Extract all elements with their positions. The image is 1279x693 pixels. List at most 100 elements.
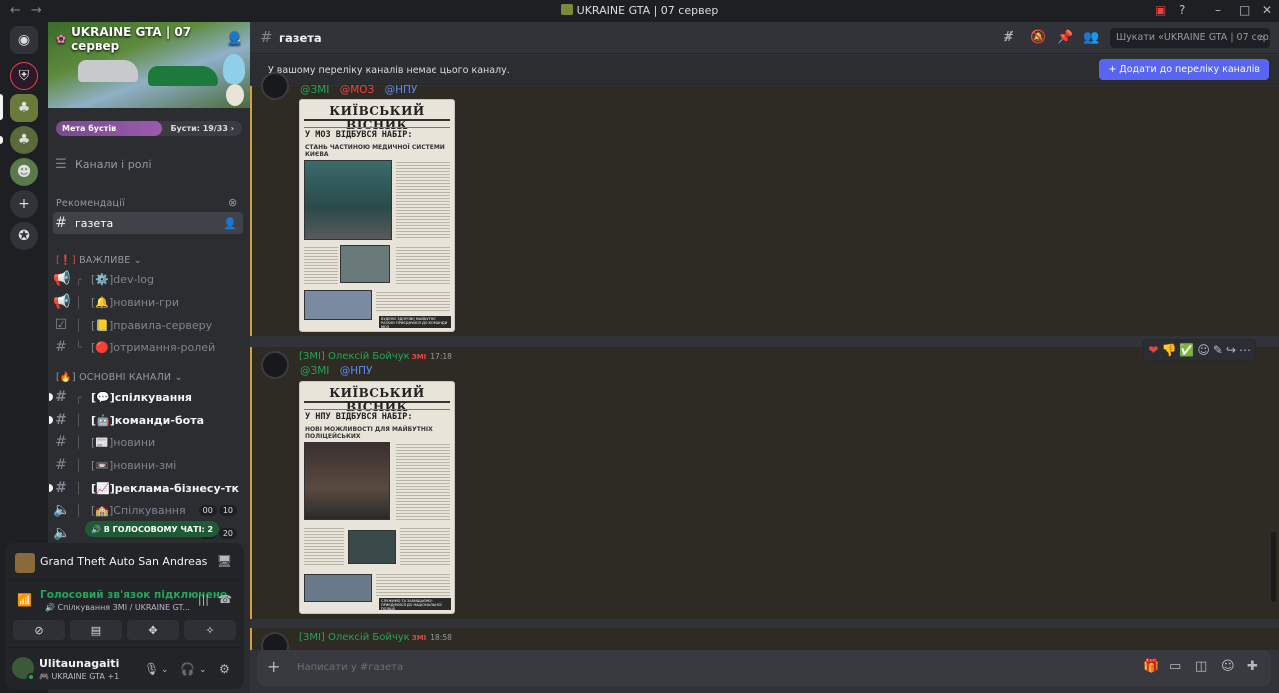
text-channel-icon: # (55, 215, 67, 231)
disconnect-icon[interactable]: ☎ (218, 593, 232, 606)
apps-icon[interactable]: ✚ (1247, 659, 1258, 674)
username[interactable]: Ulitaunagaiti (39, 657, 119, 670)
invite-people-icon[interactable]: 👤 (227, 31, 242, 45)
discord-home-icon[interactable]: ◉ (10, 26, 38, 54)
reaction-thumbs-down-icon[interactable]: 👎 (1161, 343, 1176, 357)
newspaper-image[interactable]: КИЇВСЬКИЙ ВІСНИК У НПУ ВІДБУВСЯ НАБІР: Н… (299, 381, 455, 614)
avatar[interactable] (261, 72, 289, 100)
soundboard-button[interactable]: ✧ (184, 620, 236, 640)
category-important[interactable]: [❗] ВАЖЛИВЕ ⌄ (56, 255, 142, 266)
speaker-icon: 🔈 (53, 525, 71, 541)
server-icon-ukraine-gta-07[interactable]: ♣ (10, 94, 38, 122)
message-author[interactable]: [ЗМІ] Олексій Бойчук ЗМІ 18:58 (299, 632, 452, 643)
member-list-icon[interactable]: 👥 (1083, 30, 1099, 45)
announcement-icon: 📢 (53, 271, 71, 287)
attach-plus-icon[interactable]: + (267, 657, 280, 676)
signal-icon[interactable]: 📶 (17, 593, 32, 607)
screen-share-icon[interactable]: ▣ (1155, 3, 1166, 17)
message-author[interactable]: [ЗМІ] Олексій Бойчук ЗМІ 17:18 (299, 351, 452, 362)
mic-options-chevron-icon[interactable]: ⌄ (161, 665, 169, 675)
channel-novyny-zmi[interactable]: # │ [📼] новини-змі (53, 454, 243, 476)
threads-icon[interactable]: #̸ (1003, 30, 1014, 45)
scrollbar-thumb[interactable] (1271, 532, 1276, 602)
settings-gear-icon[interactable]: ⚙ (219, 662, 230, 676)
channel-novyny-hry[interactable]: 📢 │ [🔔] новини-гри (53, 291, 243, 313)
newspaper-masthead: КИЇВСЬКИЙ ВІСНИК (304, 386, 450, 414)
voice-channel-spilkuvannia[interactable]: 🔈 │ [🏫] Спілкування 00 10 (53, 499, 243, 521)
pinned-messages-icon[interactable]: 📌 (1057, 30, 1073, 45)
mention-npu[interactable]: @НПУ (339, 365, 374, 377)
avatar[interactable] (261, 351, 289, 379)
user-area: Ulitaunagaiti 🎮 UKRAINE GTA +1 🎙 ⌄ 🎧 ⌄ ⚙ (5, 647, 244, 689)
server-icon-ukraine-gta[interactable]: ♣ (10, 126, 38, 154)
minimize-icon[interactable]: – (1215, 3, 1221, 17)
channel-pravyla-serveru[interactable]: ☑ │ [📒] правила-серверу (53, 314, 243, 336)
newspaper-subhead: СТАНЬ ЧАСТИНОЮ МЕДИЧНОЇ СИСТЕМИ КИЄВА (305, 144, 445, 158)
newspaper-image[interactable]: КИЇВСЬКИЙ ВІСНИК У МОЗ ВІДБУВСЯ НАБІР: С… (299, 99, 455, 332)
unread-server-pill (0, 136, 3, 144)
reaction-check-icon[interactable]: ✅ (1179, 343, 1194, 357)
boost-progress[interactable]: Мета бустів Бусти: 19/33 › (56, 121, 242, 136)
voice-connection: 📶 Голосовий зв'язок підключено 🔊 Спілкув… (5, 585, 244, 617)
add-server-icon[interactable]: + (10, 190, 38, 218)
audio-options-chevron-icon[interactable]: ⌄ (199, 665, 207, 675)
channel-komandy-bota[interactable]: # │ [🤖] команди-бота (49, 409, 243, 431)
add-reaction-icon[interactable]: ☺ (1197, 343, 1210, 357)
add-to-channel-list-button[interactable]: + Додати до переліку каналів (1099, 59, 1269, 80)
server-icon-alien[interactable]: ☻ (10, 158, 38, 186)
camera-off-button[interactable]: ⊘ (13, 620, 65, 640)
channel-novyny[interactable]: # │ [📰] новини (53, 431, 243, 453)
channel-gazeta[interactable]: # газета 👤 (53, 212, 243, 234)
discover-compass-icon[interactable]: ✪ (10, 222, 38, 250)
in-voice-chat-tooltip: 🔊 В ГОЛОСОВОМУ ЧАТІ: 2 (85, 521, 220, 537)
message[interactable]: [ЗМІ] Олексій Бойчук ЗМІ 18:58 (250, 628, 1279, 660)
message-input[interactable]: Написати у #газета (297, 662, 403, 673)
channel-reklama-biznesu-tk[interactable]: # │ [📈] реклама-бізнесу-тк (49, 477, 243, 499)
more-options-icon[interactable]: ⋯ (1239, 343, 1251, 357)
mention-zmi[interactable]: @ЗМІ (299, 84, 330, 96)
edit-icon[interactable]: ✎ (1213, 343, 1223, 357)
channels-and-roles[interactable]: ☰ Канали і ролі (53, 153, 243, 175)
activities-button[interactable]: ✥ (127, 620, 179, 640)
server-name-header[interactable]: ✿ UKRAINE GTA | 07 сервер ⌄ 👤 (56, 25, 242, 53)
microphone-icon[interactable]: 🎙 (144, 662, 159, 676)
emoji-icon[interactable]: ☺ (1221, 659, 1235, 674)
message[interactable]: [ЗМІ] Олексій Бойчук ЗМІ 17:18 @ЗМІ @НПУ ❤… (250, 339, 1279, 619)
gift-icon[interactable]: 🎁 (1143, 659, 1159, 674)
speaker-icon: 🔈 (53, 502, 71, 518)
maximize-icon[interactable]: □ (1239, 3, 1250, 17)
mention-npu[interactable]: @НПУ (384, 84, 419, 96)
activity-status[interactable]: Grand Theft Auto San Andreas 🖥 (5, 543, 244, 581)
newspaper-footer: СЛУЖИМО ТА ЗАХИЩАЄМО! ПРИЄДНУЙСЯ ДО НАЦІ… (379, 598, 451, 611)
headphones-icon[interactable]: 🎧 (180, 662, 195, 676)
help-icon[interactable]: ? (1179, 3, 1185, 17)
channel-otrymannia-rolei[interactable]: # ╰ [🔴] отримання-ролей (53, 336, 243, 358)
notice-text: У вашому переліку каналів немає цього ка… (268, 65, 510, 76)
server-icon-bayra[interactable]: ⛨ (10, 62, 38, 90)
mention-zmi[interactable]: @ЗМІ (299, 365, 330, 377)
invite-to-channel-icon[interactable]: 👤 (223, 217, 237, 230)
screen-share-button[interactable]: ▤ (70, 620, 122, 640)
discord-window: ←→ UKRAINE GTA | 07 сервер ▣ ? – □ ✕ ◉ ⛨… (0, 0, 1279, 693)
search-input[interactable]: Шукати «UKRAINE GTA | 07 сер... ⌕ (1110, 28, 1270, 48)
selected-server-pill (0, 94, 3, 120)
forward-icon[interactable]: ↪ (1226, 343, 1236, 357)
category-main-channels[interactable]: [🔥] ОСНОВНІ КАНАЛИ ⌄ (56, 372, 183, 383)
channel-dev-log[interactable]: 📢 ╭ [⚙️] dev-log (53, 268, 243, 290)
stream-game-icon[interactable]: 🖥 (217, 554, 232, 568)
message-composer[interactable]: + Написати у #газета 🎁 ▭ ◫ ☺ ✚ (257, 650, 1271, 686)
mention-moz[interactable]: @МОЗ (339, 84, 376, 96)
voice-channel-name[interactable]: 🔊 Спілкування ЗМІ / UKRAINE GT... (45, 603, 190, 612)
message-mentions: @ЗМІ @МОЗ @НПУ (299, 84, 423, 96)
channel-spilkuvannia[interactable]: # ╭ [💬] спілкування (49, 386, 243, 408)
newspaper-photo-officers (348, 530, 396, 564)
dismiss-recommendations-icon[interactable]: ⊗ (228, 196, 237, 209)
close-icon[interactable]: ✕ (1262, 3, 1272, 17)
sticker-icon[interactable]: ◫ (1195, 659, 1207, 674)
message[interactable]: @ЗМІ @МОЗ @НПУ КИЇВСЬКИЙ ВІСНИК У МОЗ ВІ… (250, 72, 1279, 336)
notifications-muted-icon[interactable]: 🔕 (1030, 30, 1046, 45)
gif-icon[interactable]: ▭ (1169, 659, 1181, 674)
boost-goal-label: Мета бустів (62, 124, 117, 133)
reaction-heart-icon[interactable]: ❤ (1148, 343, 1158, 357)
noise-suppression-icon[interactable]: ||| (198, 593, 209, 606)
